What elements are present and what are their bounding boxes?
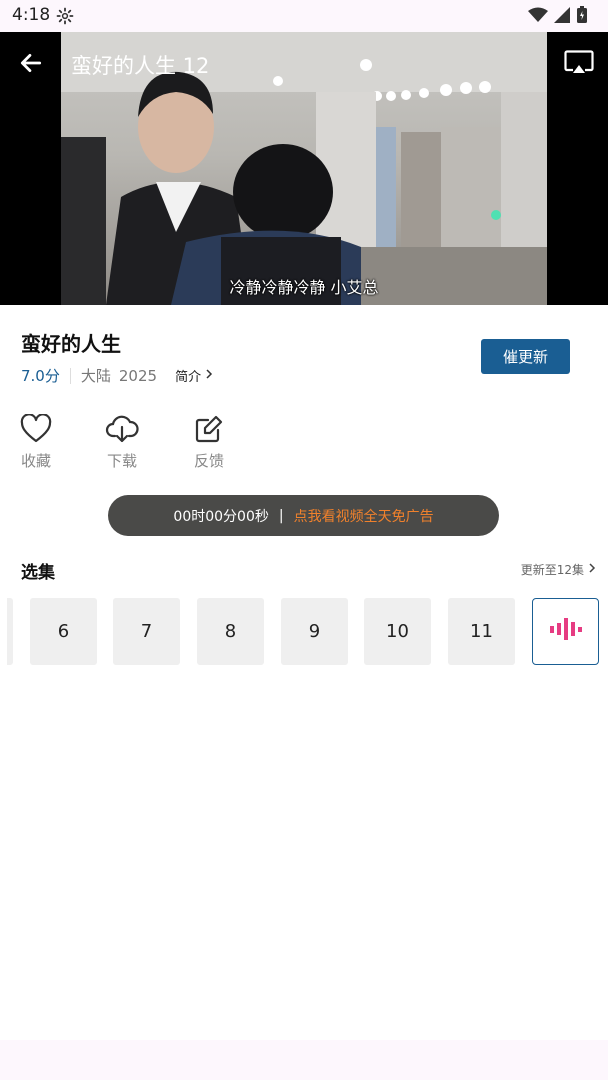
playing-bars-icon [549,618,583,645]
heart-icon [20,413,52,448]
episode-current[interactable] [532,598,599,665]
back-arrow-icon[interactable] [18,50,44,80]
navigation-bar [0,1040,608,1080]
favorite-label: 收藏 [20,452,51,470]
request-update-button[interactable]: 催更新 [481,339,570,374]
favorite-button[interactable]: 收藏 [11,413,61,471]
feedback-button[interactable]: 反馈 [184,414,234,471]
battery-icon [576,6,588,28]
episode-item[interactable]: 9 [281,598,348,665]
chevron-right-icon [204,368,214,384]
episode-partial[interactable] [7,598,13,665]
meta-divider [69,367,71,384]
year: 2025 [118,366,158,385]
wifi-icon [528,7,548,27]
player-title: 蛮好的人生 12 [71,54,210,78]
episode-item[interactable]: 8 [197,598,264,665]
intro-label: 简介 [175,370,202,385]
show-title: 蛮好的人生 [21,332,121,356]
episodes-title: 选集 [21,563,55,583]
ad-timer: 00时00分00秒 [173,508,269,525]
episode-item[interactable]: 7 [113,598,180,665]
video-player[interactable]: 蛮好的人生 12 冷静冷静冷静 小艾总 [0,32,608,305]
episode-item[interactable]: 10 [364,598,431,665]
cloud-download-icon [105,415,139,448]
screen-cast-icon[interactable] [564,50,594,80]
region: 大陆 [80,367,111,385]
status-bar: 4:18 [0,0,608,32]
video-subtitle: 冷静冷静冷静 小艾总 [229,278,379,297]
status-time: 4:18 [12,5,51,25]
settings-gear-icon [56,7,74,29]
episode-item[interactable]: 6 [30,598,97,665]
episode-list[interactable]: 6 7 8 9 10 11 [0,598,608,666]
feedback-label: 反馈 [193,452,224,470]
download-button[interactable]: 下载 [97,414,147,471]
chevron-right-icon [588,562,596,577]
episodes-update-link[interactable]: 更新至12集 [521,561,596,578]
ad-free-link[interactable]: 点我看视频全天免广告 [294,506,434,526]
show-meta: 7.0分 大陆 2025 简介 [21,365,214,386]
episode-item[interactable]: 11 [448,598,515,665]
ad-free-banner[interactable]: 00时00分00秒 | 点我看视频全天免广告 [108,495,499,536]
cell-signal-icon [554,7,570,27]
ad-divider: | [278,507,284,524]
episodes-update-status: 更新至12集 [520,563,584,577]
edit-feedback-icon [194,415,224,448]
rating: 7.0分 [21,367,60,385]
intro-link[interactable]: 简介 [175,366,214,385]
download-label: 下载 [106,452,137,470]
